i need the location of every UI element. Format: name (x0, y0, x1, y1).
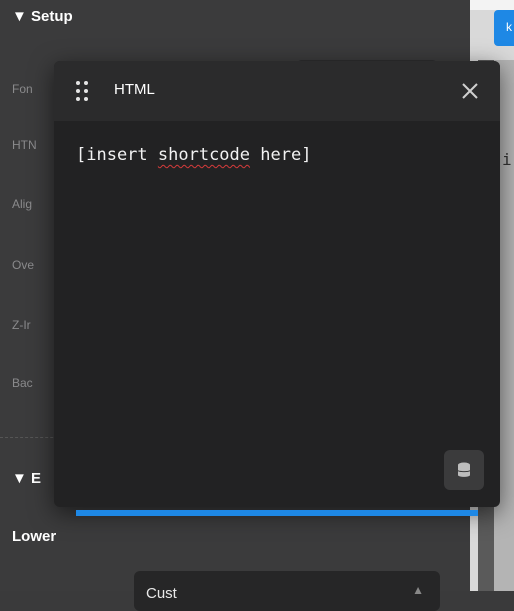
code-text-misspelled: shortcode (157, 145, 251, 165)
lower-label: Lower (12, 528, 57, 545)
html-editor-modal: HTML [insert shortcode here] (54, 61, 500, 507)
section-setup-heading[interactable]: ▼ Setup (12, 8, 73, 25)
row-label-align: Alig (12, 197, 33, 211)
canvas-tab-label: k (506, 20, 512, 34)
code-text-prefix: [insert (76, 145, 158, 165)
canvas-preview-text: i (502, 150, 512, 169)
code-text-suffix: here] (250, 145, 312, 165)
modal-header[interactable]: HTML (54, 61, 500, 121)
chevron-up-icon: ▲ (412, 583, 424, 597)
row-label-html: HTN (12, 138, 37, 152)
close-icon[interactable] (456, 77, 484, 105)
row-label-zindex: Z-Ir (12, 318, 31, 332)
row-label-overflow: Ove (12, 258, 35, 272)
html-code-editor[interactable]: [insert shortcode here] (76, 145, 476, 445)
drag-handle-icon[interactable] (76, 81, 88, 101)
section-b-heading[interactable]: ▼ E (12, 470, 41, 487)
modal-title: HTML (114, 81, 155, 98)
canvas-edge-top (470, 0, 514, 10)
lower-select-value: Cust (146, 585, 177, 602)
lower-select[interactable]: Cust ▲ (134, 571, 440, 611)
active-indicator-bar (76, 510, 478, 516)
row-label-background: Bac (12, 376, 33, 390)
canvas-tab[interactable]: k (494, 10, 514, 46)
database-icon (458, 462, 470, 477)
row-label-font: Fon (12, 82, 33, 96)
database-button[interactable] (444, 450, 484, 490)
